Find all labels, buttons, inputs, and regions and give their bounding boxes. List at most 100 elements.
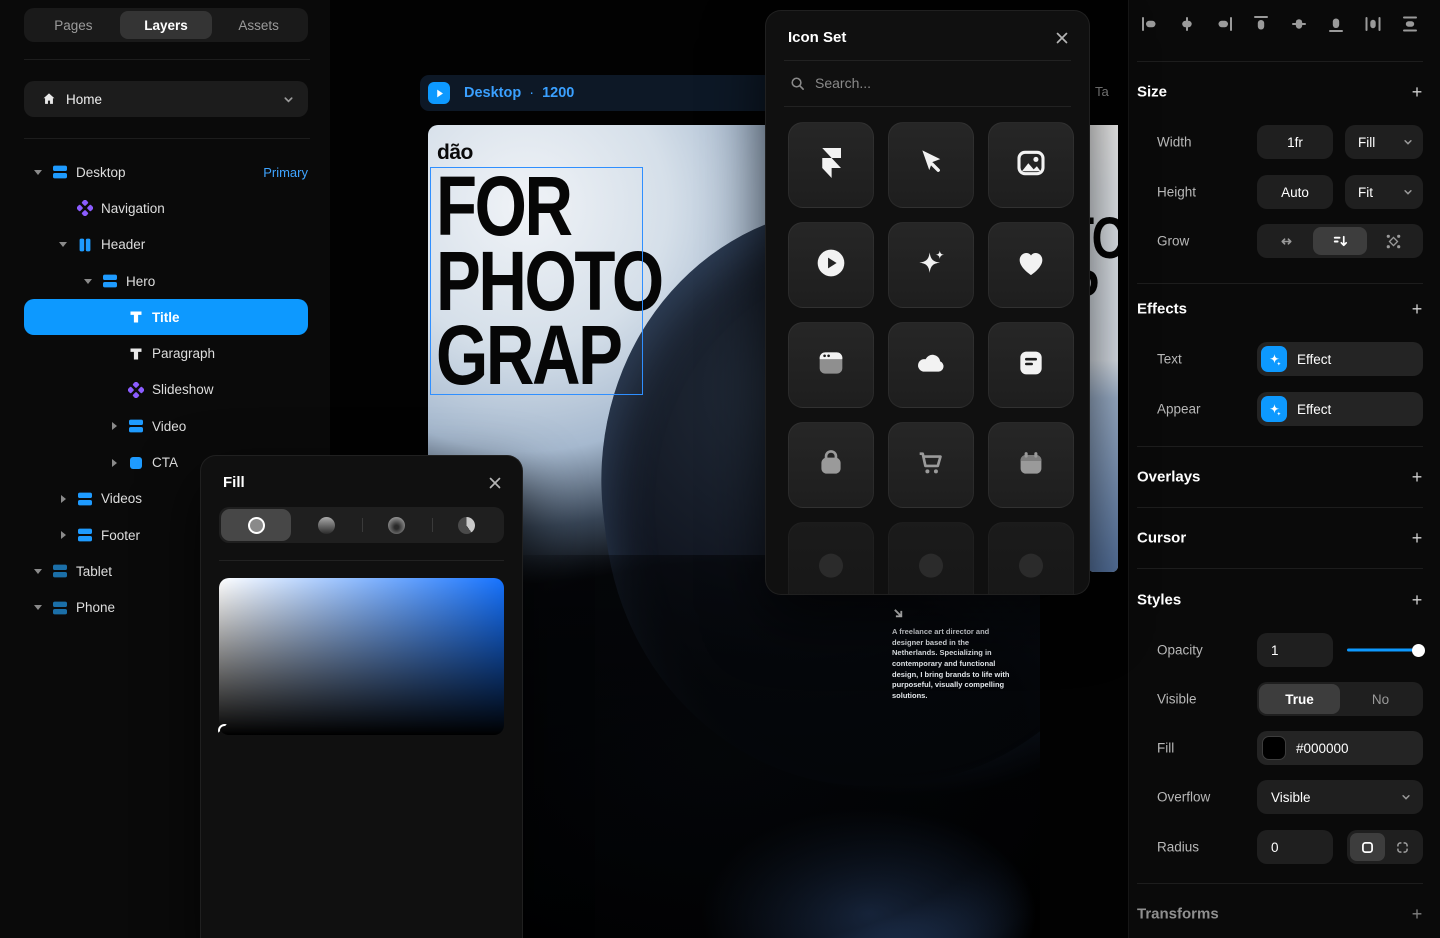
appear-effect-button[interactable]: Effect (1257, 392, 1423, 426)
align-bottom-icon[interactable] (1323, 11, 1349, 37)
icon-tile-cursor[interactable] (888, 122, 974, 208)
layer-item-header[interactable]: Header (0, 227, 330, 263)
grow-list-sort-icon[interactable] (1313, 227, 1366, 255)
fill-panel-title: Fill (223, 474, 245, 491)
radius-per-corner-icon[interactable] (1385, 833, 1420, 861)
icon-tile-app-window[interactable] (788, 322, 874, 408)
tab-assets[interactable]: Assets (212, 11, 305, 39)
align-left-icon[interactable] (1137, 11, 1163, 37)
opacity-slider[interactable] (1347, 649, 1423, 652)
opacity-input[interactable]: 1 (1257, 633, 1333, 667)
text-effect-button[interactable]: Effect (1257, 342, 1423, 376)
icon-tile-note[interactable] (988, 322, 1074, 408)
caret-down-icon[interactable] (80, 279, 96, 284)
size-add-button[interactable]: + (1407, 82, 1427, 102)
layer-item-desktop[interactable]: DesktopPrimary (0, 154, 330, 190)
align-center-vertical-icon[interactable] (1286, 11, 1312, 37)
layer-item-title[interactable]: Title (24, 299, 308, 335)
icon-tile-sparkles[interactable] (888, 222, 974, 308)
solid-fill-icon (248, 517, 265, 534)
tablet-frame-label[interactable]: Ta (1095, 84, 1109, 99)
caret-down-icon[interactable] (55, 242, 71, 247)
caret-down-icon[interactable] (30, 569, 46, 574)
transforms-add-button[interactable]: + (1407, 904, 1427, 924)
fill-type-radial-gradient[interactable] (362, 509, 432, 541)
icon-tile-heart[interactable] (988, 222, 1074, 308)
icon-set-panel-title: Icon Set (788, 29, 846, 46)
appear-effect-label: Appear (1157, 402, 1201, 417)
icon-tile-calendar[interactable] (988, 422, 1074, 508)
caret-down-icon[interactable] (30, 605, 46, 610)
icon-tile-image[interactable] (988, 122, 1074, 208)
sparkle-icon (1261, 346, 1287, 372)
layer-label: Navigation (101, 201, 165, 216)
page-selector[interactable]: Home (24, 81, 308, 117)
image-icon (1015, 147, 1047, 184)
grow-freeform-icon[interactable] (1367, 227, 1420, 255)
close-icon[interactable] (488, 476, 502, 490)
distribute-vertical-icon[interactable] (1397, 11, 1423, 37)
icon-tile-shopping-cart[interactable] (888, 422, 974, 508)
preview-play-icon[interactable] (428, 82, 450, 104)
frame-name[interactable]: Desktop (464, 85, 521, 101)
fill-type-angular-gradient[interactable] (432, 509, 502, 541)
note-icon (1015, 347, 1047, 384)
fill-type-solid[interactable] (221, 509, 291, 541)
visible-true-option[interactable]: True (1259, 684, 1340, 714)
distribute-horizontal-icon[interactable] (1360, 11, 1386, 37)
caret-right-icon[interactable] (55, 531, 71, 539)
color-picker-area[interactable] (219, 578, 504, 735)
shopping-bag-icon (815, 447, 847, 484)
divider (1137, 507, 1423, 508)
overlays-add-button[interactable]: + (1407, 467, 1427, 487)
radius-uniform-icon[interactable] (1350, 833, 1385, 861)
styles-add-button[interactable]: + (1407, 590, 1427, 610)
icon-tile-circle[interactable] (788, 522, 874, 595)
tab-pages[interactable]: Pages (27, 11, 120, 39)
tab-layers[interactable]: Layers (120, 11, 213, 39)
overflow-dropdown[interactable]: Visible (1257, 780, 1423, 814)
caret-down-icon[interactable] (30, 170, 46, 175)
fill-color-button[interactable]: #000000 (1257, 731, 1423, 765)
fill-type-linear-gradient[interactable] (291, 509, 361, 541)
layer-label: Tablet (76, 564, 112, 579)
stack-layer-icon (52, 164, 68, 180)
visible-no-option[interactable]: No (1340, 684, 1421, 714)
align-top-icon[interactable] (1248, 11, 1274, 37)
height-input[interactable]: Auto (1257, 175, 1333, 209)
width-mode-dropdown[interactable]: Fill (1345, 125, 1423, 159)
icon-tile-circle[interactable] (988, 522, 1074, 595)
layer-item-slideshow[interactable]: Slideshow (0, 372, 330, 408)
layer-label: Title (152, 310, 180, 325)
width-input[interactable]: 1fr (1257, 125, 1333, 159)
effects-add-button[interactable]: + (1407, 299, 1427, 319)
opacity-slider-thumb[interactable] (1412, 644, 1425, 657)
height-mode-dropdown[interactable]: Fit (1345, 175, 1423, 209)
align-center-horizontal-icon[interactable] (1174, 11, 1200, 37)
layer-item-navigation[interactable]: Navigation (0, 190, 330, 226)
layer-label: CTA (152, 455, 178, 470)
close-icon[interactable] (1055, 31, 1069, 45)
caret-right-icon[interactable] (106, 459, 122, 467)
layer-item-hero[interactable]: Hero (0, 263, 330, 299)
layer-item-paragraph[interactable]: Paragraph (0, 335, 330, 371)
icon-tile-framer[interactable] (788, 122, 874, 208)
layer-item-video[interactable]: Video (0, 408, 330, 444)
chevron-down-icon (1401, 792, 1411, 802)
color-picker-cursor[interactable] (218, 724, 231, 737)
grow-horizontal-arrow-icon[interactable] (1260, 227, 1313, 255)
icon-tile-play-circle[interactable] (788, 222, 874, 308)
fill-label: Fill (1157, 741, 1174, 756)
icon-tile-cloud[interactable] (888, 322, 974, 408)
sparkles-icon (915, 247, 947, 284)
icon-search-field[interactable]: Search... (766, 61, 1089, 106)
cursor-add-button[interactable]: + (1407, 528, 1427, 548)
icon-tile-shopping-bag[interactable] (788, 422, 874, 508)
align-right-icon[interactable] (1211, 11, 1237, 37)
angular-gradient-icon (458, 517, 475, 534)
radius-input[interactable]: 0 (1257, 830, 1333, 864)
caret-right-icon[interactable] (55, 495, 71, 503)
tablet-frame-partial[interactable]: FORPHOTOGRAP (1088, 125, 1118, 572)
caret-right-icon[interactable] (106, 422, 122, 430)
icon-tile-circle[interactable] (888, 522, 974, 595)
